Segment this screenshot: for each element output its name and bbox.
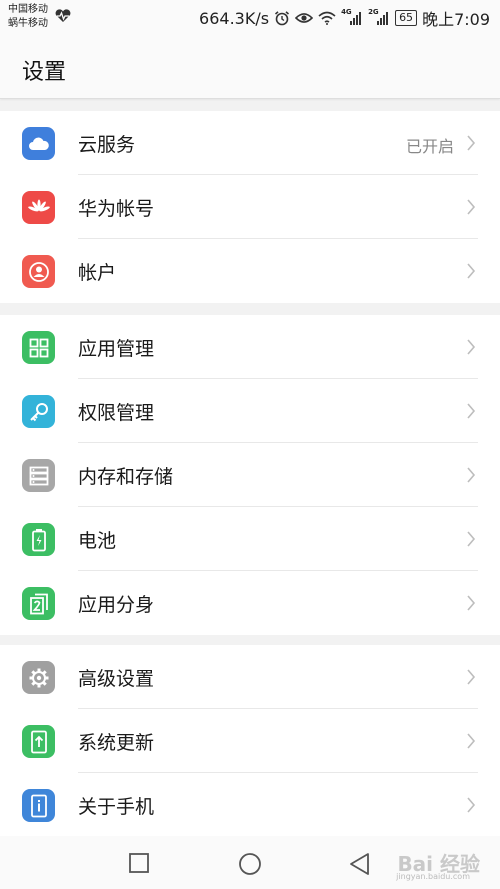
settings-item-label: 应用管理 <box>78 338 155 360</box>
settings-item-label: 电池 <box>78 530 117 552</box>
chevron-right-icon <box>467 339 476 355</box>
chevron-right-icon <box>467 135 476 151</box>
storage-icon <box>22 459 55 492</box>
page-header: 设置 <box>0 40 500 99</box>
carrier-2: 蜗牛移动 <box>8 18 48 29</box>
chevron-right-icon <box>467 199 476 215</box>
settings-item-label: 华为帐号 <box>78 198 155 220</box>
apps-grid-icon <box>22 331 55 364</box>
page-title: 设置 <box>22 60 67 85</box>
settings-item-label: 内存和存储 <box>78 466 174 488</box>
settings-group-account: 云服务 已开启 华为帐号 帐户 <box>0 111 500 303</box>
chevron-right-icon <box>467 531 476 547</box>
settings-item-app-twin[interactable]: 应用分身 <box>0 571 500 635</box>
settings-item-system-update[interactable]: 系统更新 <box>0 709 500 773</box>
chevron-right-icon <box>467 669 476 685</box>
status-bar: 中国移动 蜗牛移动 664.3K/s 4G 2G 65 晚上7:09 <box>0 0 500 40</box>
gear-icon <box>22 661 55 694</box>
settings-item-advanced[interactable]: 高级设置 <box>0 645 500 709</box>
app-twin-icon <box>22 587 55 620</box>
clock: 晚上7:09 <box>422 10 490 29</box>
chevron-right-icon <box>467 263 476 279</box>
status-icons: 664.3K/s 4G 2G 65 晚上7:09 <box>199 6 490 30</box>
settings-item-about-phone[interactable]: 关于手机 <box>0 773 500 836</box>
wifi-icon <box>318 11 336 25</box>
chevron-right-icon <box>467 797 476 813</box>
recent-apps-button[interactable] <box>128 852 150 874</box>
chevron-right-icon <box>467 467 476 483</box>
home-button[interactable] <box>238 852 262 876</box>
settings-group-system: 高级设置 系统更新 关于手机 <box>0 645 500 836</box>
network-speed: 664.3K/s <box>199 8 270 28</box>
settings-item-permissions[interactable]: 权限管理 <box>0 379 500 443</box>
settings-item-accounts[interactable]: 帐户 <box>0 239 500 303</box>
settings-item-cloud[interactable]: 云服务 已开启 <box>0 111 500 175</box>
settings-item-label: 云服务 <box>78 134 136 156</box>
cloud-icon <box>22 127 55 160</box>
navigation-bar: Bai 经验 jingyan.baidu.com <box>0 836 500 889</box>
watermark-url: jingyan.baidu.com <box>396 872 470 881</box>
settings-item-label: 系统更新 <box>78 732 155 754</box>
settings-item-label: 高级设置 <box>78 668 155 690</box>
user-icon <box>22 255 55 288</box>
heart-rate-icon <box>55 9 71 22</box>
settings-item-label: 权限管理 <box>78 402 155 424</box>
carrier-1: 中国移动 <box>8 4 48 15</box>
settings-group-apps: 应用管理 权限管理 内存和存储 电池 应用分身 <box>0 315 500 635</box>
phone-info-icon <box>22 789 55 822</box>
chevron-right-icon <box>467 733 476 749</box>
settings-item-app-management[interactable]: 应用管理 <box>0 315 500 379</box>
battery-icon <box>22 523 55 556</box>
settings-item-value: 已开启 <box>405 137 454 156</box>
signal-icon-1: 4G <box>341 8 363 26</box>
alarm-icon <box>275 11 290 26</box>
settings-item-huawei-id[interactable]: 华为帐号 <box>0 175 500 239</box>
eye-comfort-icon <box>295 13 314 23</box>
signal-icon-2: 2G <box>368 8 390 26</box>
settings-item-label: 帐户 <box>78 262 117 284</box>
battery-level: 65 <box>395 10 418 26</box>
key-icon <box>22 395 55 428</box>
system-update-icon <box>22 725 55 758</box>
settings-item-battery[interactable]: 电池 <box>0 507 500 571</box>
back-button[interactable] <box>348 852 372 876</box>
carrier-info: 中国移动 蜗牛移动 <box>8 3 48 31</box>
settings-item-storage[interactable]: 内存和存储 <box>0 443 500 507</box>
huawei-logo-icon <box>22 191 55 224</box>
chevron-right-icon <box>467 403 476 419</box>
settings-item-label: 应用分身 <box>78 594 155 616</box>
settings-item-label: 关于手机 <box>78 796 155 818</box>
chevron-right-icon <box>467 595 476 611</box>
